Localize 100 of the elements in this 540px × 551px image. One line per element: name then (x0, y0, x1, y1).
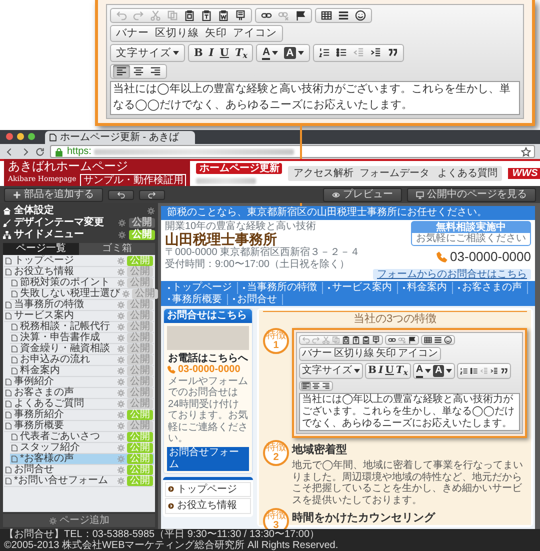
status-badge: 公開 (127, 465, 153, 476)
maximize-button[interactable] (28, 133, 35, 140)
insert-button[interactable]: 区切り線 (152, 26, 202, 41)
align-center-icon (312, 382, 320, 390)
page-item[interactable]: 事務所概要 公開 (4, 421, 154, 432)
footer-copyright: ©2005-2013 株式会社WEBマーケティング総合研究所 All Rights Reserved. (4, 540, 338, 551)
browser-tab[interactable]: ホームページ更新 - あきば (45, 130, 195, 144)
settings-item[interactable]: 全体設定 (3, 205, 155, 218)
paste-word-button[interactable] (361, 336, 371, 344)
phone-icon (167, 365, 176, 374)
bold-button[interactable]: B (191, 46, 206, 60)
gear-icon (48, 516, 56, 524)
table-button[interactable] (423, 336, 433, 344)
sidebar-tab[interactable]: ページ一覧 (3, 243, 79, 256)
nav-item[interactable]: お客さまの声 (453, 282, 528, 294)
italic-button[interactable]: I (206, 46, 217, 60)
align-left-button[interactable] (301, 382, 311, 390)
phone-number: 03-0000-0000 (450, 250, 531, 264)
reload-icon[interactable] (35, 146, 45, 157)
align-right-button[interactable] (321, 382, 331, 390)
clear-format-button[interactable]: T$_{x}$ (232, 46, 250, 60)
insert-button[interactable]: アイコン (397, 348, 439, 360)
gear-icon (118, 231, 126, 240)
insert-button[interactable]: バナー (301, 348, 333, 360)
side-menu-item[interactable]: トップページ (165, 482, 251, 497)
sidebar-tab[interactable]: ゴミ箱 (79, 243, 155, 256)
underline-button[interactable]: U (216, 46, 232, 60)
page-item[interactable]: 代表者ごあいさつ 公開 (10, 432, 154, 444)
address-field[interactable]: https: (50, 145, 535, 158)
paste-button[interactable] (341, 336, 351, 344)
page-item[interactable]: お問合せ 公開 (4, 465, 154, 476)
background-color-button[interactable]: A (281, 46, 307, 60)
view-published-button[interactable]: 公開中のページを見る (407, 188, 536, 202)
status-badge: 公開 (127, 454, 153, 464)
link-button[interactable] (387, 336, 397, 344)
add-page-button[interactable]: ページ追加 (3, 514, 155, 527)
undo-button[interactable] (108, 190, 134, 200)
contact-form-button[interactable]: お問合せフォーム (167, 446, 249, 470)
nav-item[interactable]: サービス案内 (323, 282, 398, 294)
align-left-button[interactable] (113, 65, 130, 78)
clear-format-button[interactable]: T$_{x}$ (394, 364, 409, 377)
underline-button[interactable]: U (384, 364, 395, 377)
preview-button[interactable]: プレビュー (323, 188, 402, 202)
settings-item[interactable]: サイドメニュー 公開 (3, 229, 155, 242)
numbered-list-button[interactable] (459, 366, 470, 375)
status-badge: 公開 (127, 476, 153, 486)
close-button[interactable] (6, 133, 13, 140)
editor-text-area[interactable]: 当社には◯年以上の豊富な経験と高い技術力がございます。これらを生かし、単なる◯◯だけでなく、あらゆるニーズにお応えいたします。 (299, 392, 520, 431)
phone-label: お電話はこちらへ (167, 352, 249, 364)
flag-icon (408, 336, 416, 344)
side-menu-item[interactable]: お役立ち情報 (165, 498, 251, 514)
template-button[interactable] (371, 336, 381, 344)
bold-button[interactable]: B (367, 364, 378, 377)
text-color-button[interactable]: A (259, 44, 282, 62)
insert-button[interactable]: 区切り線 (333, 348, 375, 360)
star-icon[interactable] (521, 146, 531, 157)
paste-text-button[interactable] (351, 336, 361, 344)
page-item[interactable]: *お問い合せフォーム 公開 (4, 476, 154, 488)
insert-button[interactable]: 矢印 (202, 26, 230, 41)
anchor-button[interactable] (407, 336, 417, 344)
bullet-list-button[interactable] (469, 366, 480, 375)
insert-button[interactable]: アイコン (230, 26, 280, 41)
text-color-button[interactable]: A (414, 364, 432, 378)
header-link[interactable]: アクセス解析 (293, 168, 354, 180)
italic-button[interactable]: I (377, 364, 384, 377)
status-badge: 公開 (127, 443, 153, 454)
emoji-button[interactable] (443, 336, 453, 344)
clipboard-icon (352, 336, 360, 344)
font-size-dropdown[interactable]: 文字サイズ (301, 364, 361, 377)
nav-item[interactable]: 当事務所の特徴 (238, 282, 323, 294)
insert-button[interactable]: バナー (113, 26, 152, 41)
nav-item[interactable]: お問合せ (228, 294, 283, 305)
header-link[interactable]: フォームデータ (359, 168, 430, 180)
blockquote-button[interactable] (499, 366, 510, 375)
editor-text-area[interactable]: 当社には◯年以上の豊富な経験と高い技術力がございます。これらを生かし、単なる◯◯だけでなく、あらゆるニーズにお応えいたします。 (110, 81, 520, 116)
nav-item[interactable]: トップページ (163, 282, 238, 294)
document-icon (372, 336, 380, 344)
nav-item[interactable]: 事務所概要 (163, 294, 228, 305)
add-part-button[interactable]: 部品を追加する (4, 188, 103, 202)
site-name: 山田税理士事務所 (165, 232, 277, 248)
page-item[interactable]: *お客様の声 公開 (10, 454, 154, 466)
align-center-icon (133, 66, 144, 78)
contact-form-link[interactable]: フォームからのお問合せはこちら (373, 268, 531, 280)
indent-button[interactable] (489, 366, 500, 375)
minimize-button[interactable] (17, 133, 24, 140)
gear-icon (117, 312, 125, 320)
align-center-button[interactable] (311, 382, 321, 390)
redo-button[interactable] (139, 190, 165, 200)
eye-icon (332, 190, 340, 199)
horizontal-rule-button[interactable] (433, 336, 443, 344)
settings-item[interactable]: デザインテーマ変更 公開 (3, 217, 155, 230)
gear-icon (117, 477, 125, 486)
outdent-icon (480, 366, 488, 375)
indent-icon (370, 47, 381, 58)
caret-icon (298, 50, 304, 55)
insert-button[interactable]: 矢印 (375, 348, 397, 360)
nav-item[interactable]: 料金案内 (398, 282, 453, 294)
gear-icon (117, 323, 125, 332)
header-link[interactable]: よくある質問 (435, 168, 498, 180)
font-size-dropdown[interactable]: 文字サイズ (113, 46, 182, 60)
